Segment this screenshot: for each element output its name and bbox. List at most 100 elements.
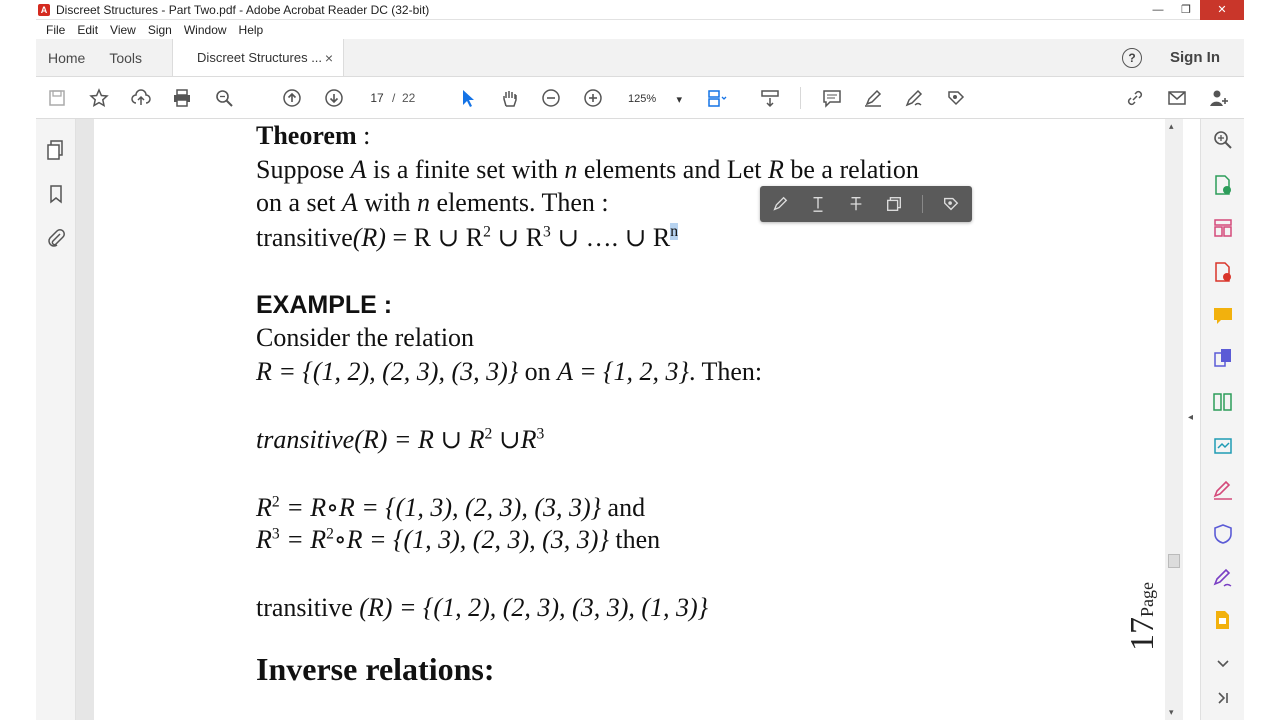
- tools-pane-rail: [1200, 119, 1244, 720]
- toolbar-divider: [800, 87, 801, 109]
- sign-pen-icon[interactable]: [903, 87, 925, 109]
- theorem-formula: transitive(R) = R ∪ R2 ∪ R3 ∪ …. ∪ Rn: [256, 223, 679, 253]
- exponent: 2: [326, 525, 334, 543]
- pdf-page: Theorem : Suppose A is a finite set with…: [94, 119, 1174, 720]
- save-icon[interactable]: [46, 87, 68, 109]
- sign-in-button[interactable]: Sign In: [1170, 49, 1220, 66]
- tab-bar: Home Tools Discreet Structures ... × ? S…: [36, 39, 1244, 77]
- bookmarks-icon[interactable]: [45, 183, 67, 205]
- protect-shield-icon[interactable]: [1212, 523, 1234, 545]
- tab-document-label: Discreet Structures ...: [197, 50, 323, 65]
- menu-bar: File Edit View Sign Window Help: [36, 20, 1244, 39]
- window-title: Discreet Structures - Part Two.pdf - Ado…: [56, 2, 430, 17]
- text-run: then: [608, 525, 661, 554]
- math-var: n: [417, 188, 431, 217]
- redact-text-icon[interactable]: [941, 194, 961, 214]
- stamp-tool-icon[interactable]: [1212, 609, 1234, 631]
- next-page-icon[interactable]: [323, 87, 345, 109]
- tab-spacer: [344, 39, 1122, 76]
- theorem-line-1: Suppose A is a finite set with n element…: [256, 155, 919, 185]
- text-run: Suppose: [256, 155, 351, 184]
- menu-window[interactable]: Window: [178, 23, 233, 37]
- menu-view[interactable]: View: [104, 23, 142, 37]
- highlight-pen-icon[interactable]: [862, 87, 884, 109]
- comment-icon[interactable]: [821, 87, 843, 109]
- send-for-review-icon[interactable]: [1212, 435, 1234, 457]
- zoom-level-select[interactable]: 125% ▾: [624, 90, 686, 108]
- selected-text[interactable]: n: [670, 223, 679, 241]
- upload-cloud-icon[interactable]: [130, 87, 152, 109]
- tab-home[interactable]: Home: [36, 39, 97, 76]
- strikethrough-text-icon[interactable]: [846, 194, 866, 214]
- page-layout-icon[interactable]: [706, 87, 728, 109]
- select-cursor-icon[interactable]: [457, 87, 479, 109]
- compare-files-icon[interactable]: [1212, 391, 1234, 413]
- share-link-icon[interactable]: [1124, 87, 1146, 109]
- document-viewport[interactable]: Theorem : Suppose A is a finite set with…: [76, 119, 1174, 720]
- scroll-up-arrow-icon[interactable]: ▴: [1169, 121, 1174, 132]
- close-window-button[interactable]: ✕: [1200, 0, 1244, 20]
- math-var: A: [350, 155, 367, 184]
- hand-tool-icon[interactable]: [499, 87, 521, 109]
- print-icon[interactable]: [171, 87, 193, 109]
- export-pdf-icon[interactable]: [1212, 174, 1234, 196]
- page-thumbnails-icon[interactable]: [45, 139, 67, 161]
- zoom-out-icon[interactable]: [540, 87, 562, 109]
- selection-quick-toolbar: [760, 186, 972, 222]
- organize-pages-icon[interactable]: [1212, 217, 1234, 239]
- text-run: is a finite set with: [366, 155, 565, 184]
- tab-close-icon[interactable]: ×: [325, 50, 333, 66]
- find-icon[interactable]: [213, 87, 235, 109]
- exponent: 2: [483, 223, 491, 241]
- menu-sign[interactable]: Sign: [142, 23, 178, 37]
- attachments-icon[interactable]: [45, 227, 67, 249]
- page-number-input[interactable]: 17: [363, 87, 391, 109]
- copy-text-icon[interactable]: [884, 194, 904, 214]
- text-run: . Then:: [688, 357, 763, 386]
- text-run: ∪ …. ∪ R: [550, 223, 671, 252]
- tab-document[interactable]: Discreet Structures ... ×: [172, 39, 345, 76]
- zoom-in-icon[interactable]: [582, 87, 604, 109]
- text-run: transitive: [256, 593, 360, 622]
- add-user-icon[interactable]: [1208, 87, 1230, 109]
- collapse-right-pane-icon[interactable]: ◂: [1188, 412, 1193, 423]
- redact-tool-icon[interactable]: [945, 87, 967, 109]
- restore-button[interactable]: ❐: [1172, 0, 1200, 20]
- bookmark-star-icon[interactable]: [88, 87, 110, 109]
- comment-tool-icon[interactable]: [1212, 305, 1234, 327]
- help-icon[interactable]: ?: [1122, 47, 1142, 68]
- minimize-button[interactable]: —: [1144, 0, 1172, 20]
- menu-edit[interactable]: Edit: [71, 23, 104, 37]
- math-expression: transitive(R) = R ∪ R: [256, 425, 485, 454]
- combine-files-icon[interactable]: [1212, 347, 1234, 369]
- relation-definition: R = {(1, 2), (2, 3), (3, 3)} on A = {1, …: [256, 357, 762, 387]
- collapse-tools-pane-icon[interactable]: [1212, 687, 1234, 709]
- chevron-down-icon: ▾: [676, 93, 682, 106]
- previous-page-icon[interactable]: [281, 87, 303, 109]
- scroll-down-arrow-icon[interactable]: ▾: [1169, 707, 1174, 718]
- scroll-mode-icon[interactable]: [759, 87, 781, 109]
- screen-margin-right: [1244, 0, 1280, 720]
- math-expression: (R) = {(1, 2), (2, 3), (3, 3), (1, 3)}: [359, 593, 709, 622]
- fill-and-sign-icon[interactable]: [1212, 479, 1234, 501]
- acrobat-app-icon: A: [38, 3, 50, 16]
- exponent: 2: [271, 493, 280, 511]
- more-tools-chevron-icon[interactable]: [1212, 653, 1234, 675]
- menu-help[interactable]: Help: [233, 23, 270, 37]
- exponent: 3: [543, 223, 551, 241]
- email-icon[interactable]: [1166, 87, 1188, 109]
- math-var: n: [564, 155, 578, 184]
- vertical-scrollbar[interactable]: ▴ ▾: [1165, 119, 1183, 720]
- highlight-text-icon[interactable]: [770, 194, 790, 214]
- math-expression: = {1, 2, 3}: [572, 357, 689, 386]
- underline-text-icon[interactable]: [808, 194, 828, 214]
- enhance-scans-icon[interactable]: [1212, 129, 1234, 151]
- scroll-thumb[interactable]: [1168, 554, 1180, 568]
- request-signature-icon[interactable]: [1212, 567, 1234, 589]
- tab-tools[interactable]: Tools: [97, 39, 154, 76]
- create-pdf-icon[interactable]: [1212, 261, 1234, 283]
- math-var: R: [256, 493, 272, 522]
- menu-file[interactable]: File: [40, 23, 71, 37]
- text-run: transitive: [256, 223, 353, 252]
- text-run: ∪ R: [490, 223, 544, 252]
